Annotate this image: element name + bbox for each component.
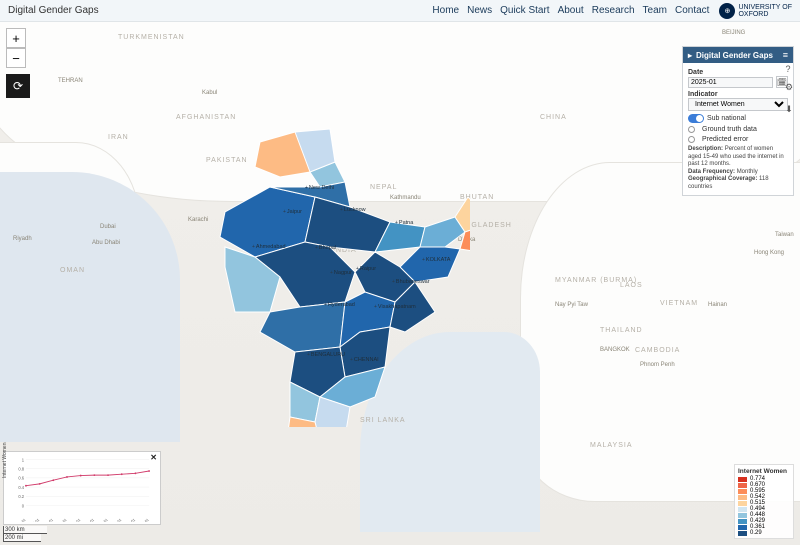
- scale-km: 300 km: [3, 526, 47, 534]
- oxford-logo: ⊕ UNIVERSITY OF OXFORD: [719, 3, 792, 19]
- legend-swatch: [738, 495, 747, 500]
- legend-row: 0.29: [738, 530, 790, 536]
- svg-text:2016-01: 2016-01: [14, 518, 27, 522]
- nav-news[interactable]: News: [467, 5, 492, 16]
- svg-text:2017-01: 2017-01: [27, 518, 40, 522]
- map-viewport[interactable]: TURKMENISTANAFGHANISTANIRANPAKISTANNEPAL…: [0, 22, 800, 545]
- nav-contact[interactable]: Contact: [675, 5, 709, 16]
- legend-swatch: [738, 525, 747, 530]
- svg-text:0.6: 0.6: [18, 476, 24, 481]
- legend-title: Internet Women: [738, 468, 790, 475]
- legend-swatch: [738, 519, 747, 524]
- svg-text:0.4: 0.4: [18, 485, 24, 490]
- zoom-control: + −: [6, 28, 26, 68]
- zoom-out-button[interactable]: −: [6, 48, 26, 68]
- svg-text:2025-01: 2025-01: [137, 518, 150, 522]
- panel-description: Description: Percent of women aged 15-49…: [688, 146, 788, 191]
- legend-swatch: [738, 531, 747, 536]
- svg-text:0: 0: [22, 503, 25, 508]
- panel-menu-icon[interactable]: ≡: [783, 50, 788, 60]
- landmass-seasia: [520, 162, 800, 502]
- help-icon[interactable]: ?: [783, 64, 793, 74]
- legend-swatch: [738, 477, 747, 482]
- svg-text:2020-01: 2020-01: [68, 518, 81, 522]
- legend-swatch: [738, 507, 747, 512]
- zoom-in-button[interactable]: +: [6, 28, 26, 48]
- oxford-label: UNIVERSITY OF OXFORD: [738, 4, 792, 18]
- timeseries-chart: ✕ Internet Women 00.20.40.60.812016-0120…: [3, 451, 161, 525]
- chart-close-icon[interactable]: ✕: [150, 453, 157, 462]
- scale-bar: 300 km 200 mi: [3, 526, 47, 542]
- legend-value: 0.29: [750, 530, 762, 536]
- app-title: Digital Gender Gaps: [8, 5, 99, 16]
- legend-swatch: [738, 501, 747, 506]
- svg-text:0.8: 0.8: [18, 467, 24, 472]
- chart-ylabel: Internet Women: [2, 443, 8, 478]
- settings-icon[interactable]: ⚙: [784, 82, 794, 92]
- nav-home[interactable]: Home: [432, 5, 459, 16]
- svg-text:2021-01: 2021-01: [82, 518, 95, 522]
- legend-swatch: [738, 489, 747, 494]
- legend: Internet Women 0.7740.6700.5950.5420.515…: [734, 464, 794, 539]
- date-input[interactable]: [688, 77, 773, 88]
- panel-title: Digital Gender Gaps: [696, 51, 773, 60]
- download-icon[interactable]: ⬇: [784, 104, 794, 114]
- svg-text:2018-01: 2018-01: [41, 518, 54, 522]
- panel-collapse-icon[interactable]: ▸: [688, 51, 692, 60]
- svg-text:2023-01: 2023-01: [110, 518, 123, 522]
- refresh-button[interactable]: ⟳: [6, 74, 30, 98]
- subnational-label: Sub national: [707, 115, 746, 122]
- control-panel: ▸ Digital Gender Gaps ≡ Date 🗓 Indicator…: [682, 46, 794, 196]
- indicator-label: Indicator: [688, 91, 788, 98]
- legend-swatch: [738, 483, 747, 488]
- panel-header[interactable]: ▸ Digital Gender Gaps ≡: [683, 47, 793, 63]
- scale-mi: 200 mi: [3, 534, 41, 542]
- date-label: Date: [688, 69, 788, 76]
- nav-team[interactable]: Team: [643, 5, 667, 16]
- svg-text:2019-01: 2019-01: [55, 518, 68, 522]
- nav-research[interactable]: Research: [592, 5, 635, 16]
- nav-about[interactable]: About: [558, 5, 584, 16]
- svg-text:2022-01: 2022-01: [96, 518, 109, 522]
- nav-quick-start[interactable]: Quick Start: [500, 5, 549, 16]
- ground-truth-label: Ground truth data: [702, 126, 757, 133]
- subnational-toggle[interactable]: [688, 114, 704, 123]
- svg-text:2024-01: 2024-01: [123, 518, 136, 522]
- predicted-error-radio[interactable]: [688, 136, 695, 143]
- predicted-error-label: Predicted error: [702, 136, 748, 143]
- svg-text:0.2: 0.2: [18, 494, 24, 499]
- sea-arabian: [0, 172, 180, 442]
- indicator-select[interactable]: Internet Women: [688, 98, 788, 111]
- ground-truth-radio[interactable]: [688, 126, 695, 133]
- top-nav: Home News Quick Start About Research Team Cont…: [432, 5, 709, 16]
- svg-text:1: 1: [22, 457, 25, 462]
- legend-swatch: [738, 513, 747, 518]
- oxford-crest-icon: ⊕: [719, 3, 735, 19]
